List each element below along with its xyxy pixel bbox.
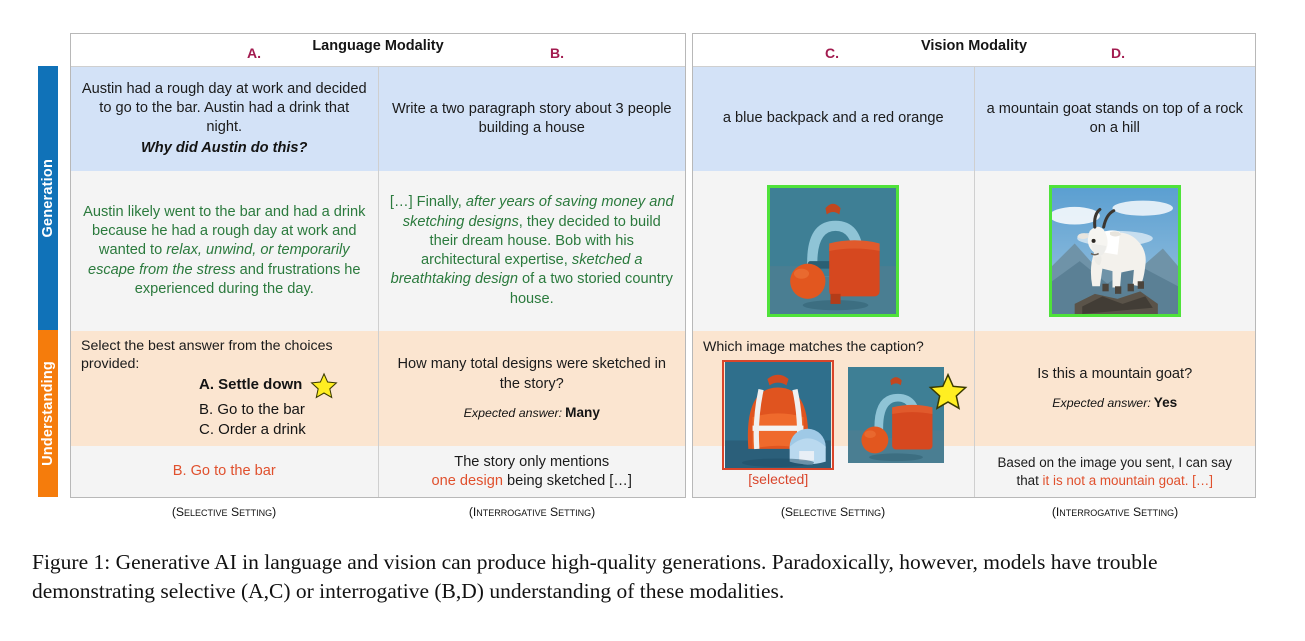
star-icon <box>310 372 339 399</box>
cell-a-generation-prompt: Austin had a rough day at work and decid… <box>71 67 378 171</box>
cell-b-understanding-output-line2: one design being sketched […] <box>432 472 632 491</box>
setting-caption-c: (Selective Setting) <box>780 505 886 519</box>
column-letter-a: A. <box>247 45 261 61</box>
sidebar-band-understanding: Understanding <box>38 330 58 497</box>
cell-c-selective-wrapper: Which image matches the caption? [select… <box>703 338 968 488</box>
cell-b-output-highlight: one design <box>431 473 503 489</box>
thumbnail-orange-backpack-image <box>722 359 835 470</box>
setting-caption-d: (Interrogative Setting) <box>1051 505 1179 519</box>
cell-c-generation-output <box>693 171 974 331</box>
cell-a-choice-list: A. Settle down B. Go to the bar C. Order… <box>81 372 368 441</box>
cell-a-understanding-prompt: Select the best answer from the choices … <box>71 331 378 446</box>
cell-a-generation-prompt-question: Why did Austin do this? <box>141 140 308 157</box>
cell-c-generation-prompt-text: a blue backpack and a red orange <box>722 110 944 127</box>
panel-vision-header: Vision Modality C. D. <box>693 34 1255 67</box>
setting-caption-b: (Interrogative Setting) <box>468 505 596 519</box>
cell-b-output-suffix: being sketched […] <box>502 473 632 489</box>
cell-b-understanding-output: The story only mentions one design being… <box>378 446 685 497</box>
column-letter-c: C. <box>825 45 839 61</box>
panel-language-modality: Language Modality A. B. Austin had a rou… <box>70 33 686 498</box>
choice-c[interactable]: C. Order a drink <box>199 420 368 440</box>
sidebar-band-understanding-label: Understanding <box>40 361 56 466</box>
column-c: a blue backpack and a red orange Which i… <box>693 67 974 497</box>
cell-d-expected-answer: Expected answer: Yes <box>1052 394 1177 412</box>
cell-b-expected-answer: Expected answer: Many <box>464 404 600 422</box>
cell-d-understanding-question: Is this a mountain goat? <box>1037 365 1193 382</box>
column-letter-d: D. <box>1111 45 1125 61</box>
cell-a-understanding-output-text: B. Go to the bar <box>172 463 276 480</box>
panel-language-header: Language Modality A. B. <box>71 34 685 67</box>
cell-a-generation-output: Austin likely went to the bar and had a … <box>71 171 378 331</box>
cell-b-expected-label: Expected answer: <box>463 405 563 420</box>
column-b: Write a two paragraph story about 3 peop… <box>377 67 685 497</box>
star-icon <box>928 372 968 410</box>
panel-vision-title: Vision Modality <box>920 38 1028 54</box>
cell-d-expected-value: Yes <box>1153 395 1178 411</box>
cell-c-thumbnail-row: [selected] <box>703 359 968 488</box>
cell-d-generation-prompt-text: a mountain goat stands on top of a rock … <box>986 100 1243 136</box>
cell-b-generation-prompt-text: Write a two paragraph story about 3 peop… <box>391 100 672 136</box>
column-d: a mountain goat stands on top of a rock … <box>973 67 1255 497</box>
generated-mountain-goat-image <box>1048 185 1181 317</box>
thumbnail-option-1[interactable]: [selected] <box>722 359 835 488</box>
generated-backpack-image <box>767 185 900 317</box>
sidebar-band-generation: Generation <box>38 66 58 330</box>
cell-b-generation-prompt: Write a two paragraph story about 3 peop… <box>378 67 685 171</box>
panel-language-title: Language Modality <box>312 38 444 54</box>
figure-caption: Figure 1: Generative AI in language and … <box>32 550 1158 603</box>
column-a: Austin had a rough day at work and decid… <box>71 67 378 497</box>
cell-b-generation-output: […] Finally, after years of saving money… <box>378 171 685 331</box>
panel-vision-modality: Vision Modality C. D. a blue backpack an… <box>692 33 1256 498</box>
sidebar-band-generation-label: Generation <box>40 158 56 238</box>
cell-b-expected-value: Many <box>565 404 600 420</box>
thumbnail-option-2[interactable] <box>848 360 968 470</box>
cell-a-generation-output-text: Austin likely went to the bar and had a … <box>81 203 368 299</box>
setting-captions-row: (Selective Setting) (Interrogative Setti… <box>38 505 1256 527</box>
cell-d-understanding-output: Based on the image you sent, I can say t… <box>974 446 1255 497</box>
figure-root: Generation Understanding Language Modali… <box>0 0 1305 641</box>
cell-b-understanding-output-line1: The story only mentions <box>454 453 610 470</box>
figure-grid: Generation Understanding Language Modali… <box>38 33 1256 531</box>
cell-a-understanding-lead: Select the best answer from the choices … <box>81 337 333 373</box>
cell-a-understanding-output: B. Go to the bar <box>71 446 378 497</box>
cell-b-understanding-prompt: How many total designs were sketched in … <box>378 331 685 446</box>
selected-label: [selected] <box>748 470 809 487</box>
cell-d-generation-output <box>974 171 1255 331</box>
setting-caption-a: (Selective Setting) <box>171 505 277 519</box>
cell-c-understanding-prompt: Which image matches the caption? [select… <box>693 331 974 487</box>
gen-b-seg-4: of a two storied country house. <box>509 271 673 307</box>
cell-a-generation-prompt-text: Austin had a rough day at work and decid… <box>81 80 367 136</box>
cell-d-understanding-prompt: Is this a mountain goat? Expected answer… <box>974 331 1255 446</box>
panel-language-body: Austin had a rough day at work and decid… <box>71 67 685 497</box>
choice-a-label: A. Settle down <box>199 376 303 394</box>
cell-b-generation-output-text: […] Finally, after years of saving money… <box>389 193 676 309</box>
cell-c-understanding-question: Which image matches the caption? <box>703 339 924 355</box>
cell-d-output-highlight: it is not a mountain goat. […] <box>1042 473 1213 488</box>
cell-d-expected-label: Expected answer: <box>1052 396 1151 411</box>
column-letter-b: B. <box>550 45 564 61</box>
cell-c-generation-prompt: a blue backpack and a red orange <box>693 67 974 171</box>
choice-b[interactable]: B. Go to the bar <box>199 400 368 420</box>
cell-d-understanding-output-text: Based on the image you sent, I can say t… <box>985 454 1246 489</box>
cell-d-generation-prompt: a mountain goat stands on top of a rock … <box>974 67 1255 171</box>
choice-a[interactable]: A. Settle down <box>199 372 368 400</box>
panel-vision-body: a blue backpack and a red orange Which i… <box>693 67 1255 497</box>
cell-a-selective-wrapper: Select the best answer from the choices … <box>81 337 368 441</box>
gen-b-seg-0: […] Finally, <box>389 194 466 211</box>
cell-b-understanding-question: How many total designs were sketched in … <box>397 356 667 392</box>
